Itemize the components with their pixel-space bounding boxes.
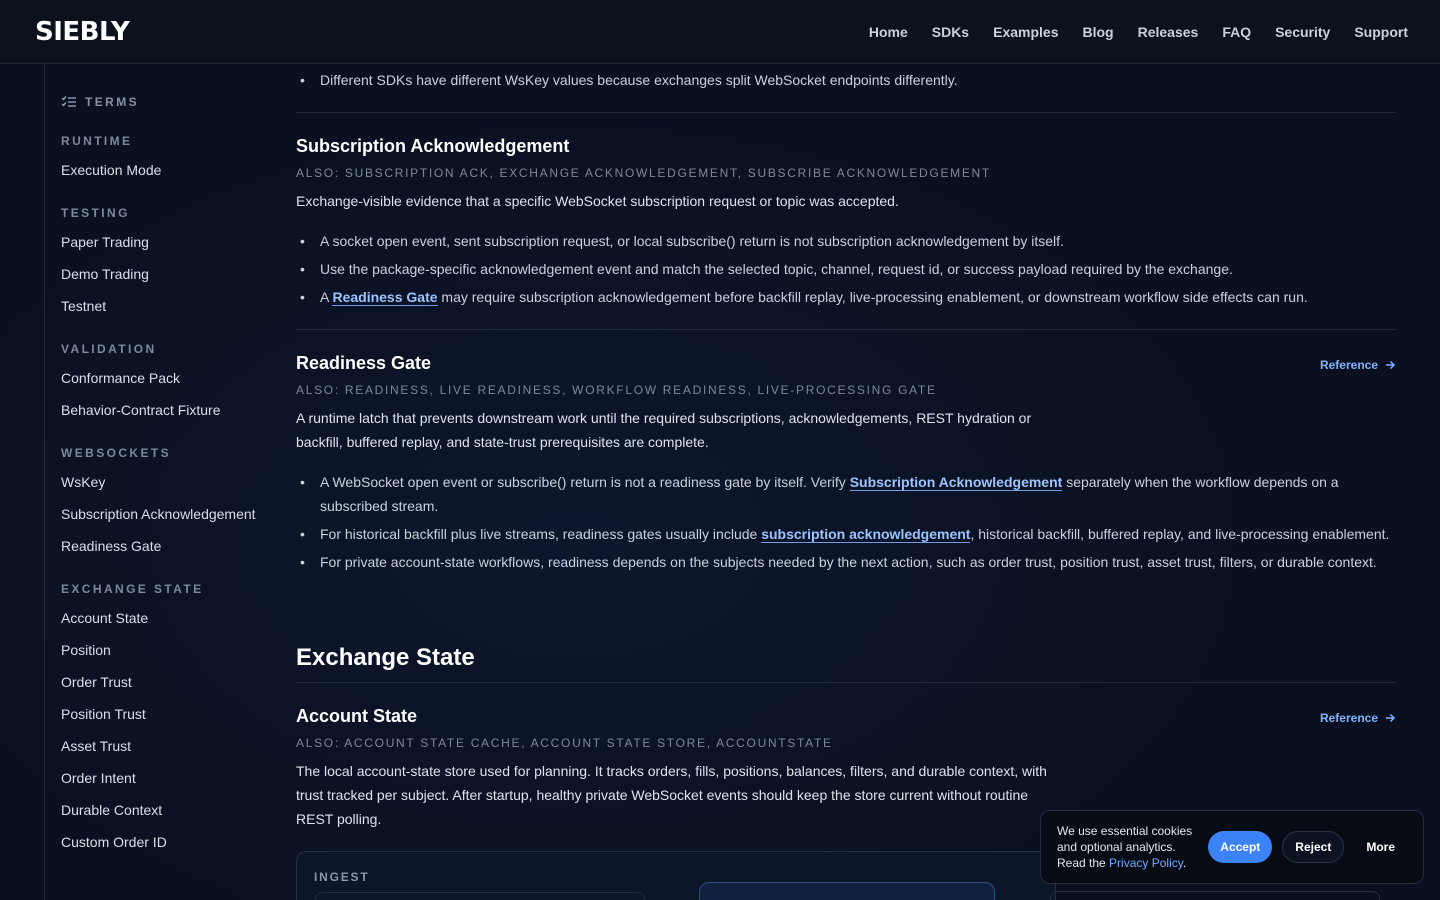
sidebar-group-title: WEBSOCKETS [61, 446, 172, 460]
more-cookie-options-button[interactable]: More [1354, 831, 1407, 863]
divider [296, 112, 1396, 113]
divider [296, 682, 1396, 683]
sidebar-item-behavior-contract-fixture[interactable]: Behavior-Contract Fixture [61, 400, 274, 432]
nav-support[interactable]: Support [1354, 24, 1408, 40]
term-aliases: ALSO: ACCOUNT STATE CACHE, ACCOUNT STATE… [296, 736, 833, 750]
term-title-readiness-gate: Readiness Gate [296, 353, 432, 373]
nav-blog[interactable]: Blog [1082, 24, 1113, 40]
nav-faq[interactable]: FAQ [1222, 24, 1251, 40]
sidebar-item-position[interactable]: Position [61, 640, 274, 672]
nav-home[interactable]: Home [869, 24, 908, 40]
divider [296, 329, 1396, 330]
nav-sdks[interactable]: SDKs [932, 24, 969, 40]
privacy-policy-link[interactable]: Privacy Policy [1109, 856, 1183, 870]
account-state-reference-link[interactable]: Reference [1320, 711, 1396, 725]
sidebar-group-title: TESTING [61, 206, 130, 220]
sidebar-item-order-intent[interactable]: Order Intent [61, 768, 274, 800]
readiness-gate-link[interactable]: Readiness Gate [332, 289, 438, 306]
sidebar-item-custom-order-id[interactable]: Custom Order ID [61, 832, 274, 864]
reference-label: Reference [1319, 358, 1378, 372]
cookie-message: We use essential cookies and optional an… [1057, 824, 1193, 870]
sidebar-item-order-trust[interactable]: Order Trust [61, 672, 274, 704]
main-nav: Home SDKs Examples Blog Releases FAQ Sec… [869, 24, 1408, 40]
wskey-bullet-text: Different SDKs have different WsKey valu… [320, 72, 958, 88]
sidebar-heading: TERMS [61, 95, 274, 109]
term-description: A runtime latch that prevents downstream… [296, 410, 1032, 450]
arrow-right-icon [1386, 713, 1396, 723]
reference-label: Reference [1319, 711, 1378, 725]
term-description: Exchange-visible evidence that a specifi… [296, 193, 899, 209]
list-item: For private account-state workflows, rea… [296, 550, 1396, 574]
sidebar-item-execution-mode[interactable]: Execution Mode [61, 160, 274, 192]
wskey-bullet: Different SDKs have different WsKey valu… [296, 68, 958, 92]
sidebar-item-testnet[interactable]: Testnet [61, 296, 274, 328]
term-aliases: ALSO: READINESS, LIVE READINESS, WORKFLO… [296, 383, 937, 397]
sidebar-item-paper-trading[interactable]: Paper Trading [61, 232, 274, 264]
diagram-card [315, 892, 645, 900]
term-bullets: A socket open event, sent subscription r… [296, 229, 1396, 313]
sidebar-item-subscription-acknowledgement[interactable]: Subscription Acknowledgement [61, 504, 274, 536]
term-bullets: A WebSocket open event or subscribe() re… [296, 470, 1396, 578]
sidebar-group-title: RUNTIME [61, 134, 133, 148]
subscription-acknowledgement-link[interactable]: subscription acknowledgement [761, 526, 971, 543]
diagram-card [1050, 891, 1380, 900]
list-item: Use the package-specific acknowledgement… [296, 257, 1396, 281]
term-aliases: ALSO: SUBSCRIPTION ACK, EXCHANGE ACKNOWL… [296, 166, 991, 180]
reject-cookies-button[interactable]: Reject [1282, 831, 1345, 863]
sidebar-group-runtime: RUNTIME Execution Mode [61, 134, 274, 192]
section-title-exchange-state: Exchange State [296, 644, 475, 671]
list-item: A socket open event, sent subscription r… [296, 229, 1396, 253]
top-navbar: SIEBLY Home SDKs Examples Blog Releases … [0, 0, 1440, 64]
list-item: A WebSocket open event or subscribe() re… [296, 470, 1396, 518]
siebly-logo[interactable]: SIEBLY [35, 17, 130, 47]
term-title-subscription-acknowledgement: Subscription Acknowledgement [296, 136, 570, 156]
nav-examples[interactable]: Examples [993, 24, 1058, 40]
sidebar-item-demo-trading[interactable]: Demo Trading [61, 264, 274, 296]
terms-sidebar: TERMS RUNTIME Execution Mode TESTING Pap… [44, 64, 274, 900]
term-description: The local account-state store used for p… [296, 763, 1047, 827]
sidebar-group-websockets: WEBSOCKETS WsKey Subscription Acknowledg… [61, 446, 274, 568]
sidebar-item-asset-trust[interactable]: Asset Trust [61, 736, 274, 768]
arrow-right-icon [1386, 360, 1396, 370]
sidebar-group-exchange-state: EXCHANGE STATE Account State Position Or… [61, 582, 274, 864]
sidebar-group-title: EXCHANGE STATE [61, 582, 204, 596]
term-title-account-state: Account State [296, 706, 418, 726]
cookie-banner: We use essential cookies and optional an… [1040, 810, 1424, 884]
nav-security[interactable]: Security [1275, 24, 1330, 40]
nav-releases[interactable]: Releases [1138, 24, 1199, 40]
sidebar-item-conformance-pack[interactable]: Conformance Pack [61, 368, 274, 400]
sidebar-group-testing: TESTING Paper Trading Demo Trading Testn… [61, 206, 274, 328]
sidebar-item-account-state[interactable]: Account State [61, 608, 274, 640]
sidebar-item-durable-context[interactable]: Durable Context [61, 800, 274, 832]
subscription-acknowledgement-link[interactable]: Subscription Acknowledgement [849, 474, 1063, 491]
list-item: For historical backfill plus live stream… [296, 522, 1396, 546]
sidebar-item-position-trust[interactable]: Position Trust [61, 704, 274, 736]
list-item: A Readiness Gate may require subscriptio… [296, 285, 1396, 309]
readiness-gate-reference-link[interactable]: Reference [1320, 358, 1396, 372]
account-state-diagram: INGEST [296, 851, 1056, 900]
accept-cookies-button[interactable]: Accept [1208, 831, 1273, 863]
sidebar-group-title: VALIDATION [61, 342, 157, 356]
diagram-card-highlighted [699, 882, 995, 900]
sidebar-group-validation: VALIDATION Conformance Pack Behavior-Con… [61, 342, 274, 432]
sidebar-heading-label: TERMS [85, 95, 139, 109]
sidebar-item-readiness-gate[interactable]: Readiness Gate [61, 536, 274, 568]
checklist-icon [61, 96, 76, 107]
diagram-label-ingest: INGEST [314, 870, 370, 884]
main-content: Different SDKs have different WsKey valu… [296, 64, 1396, 900]
sidebar-item-wskey[interactable]: WsKey [61, 472, 274, 504]
